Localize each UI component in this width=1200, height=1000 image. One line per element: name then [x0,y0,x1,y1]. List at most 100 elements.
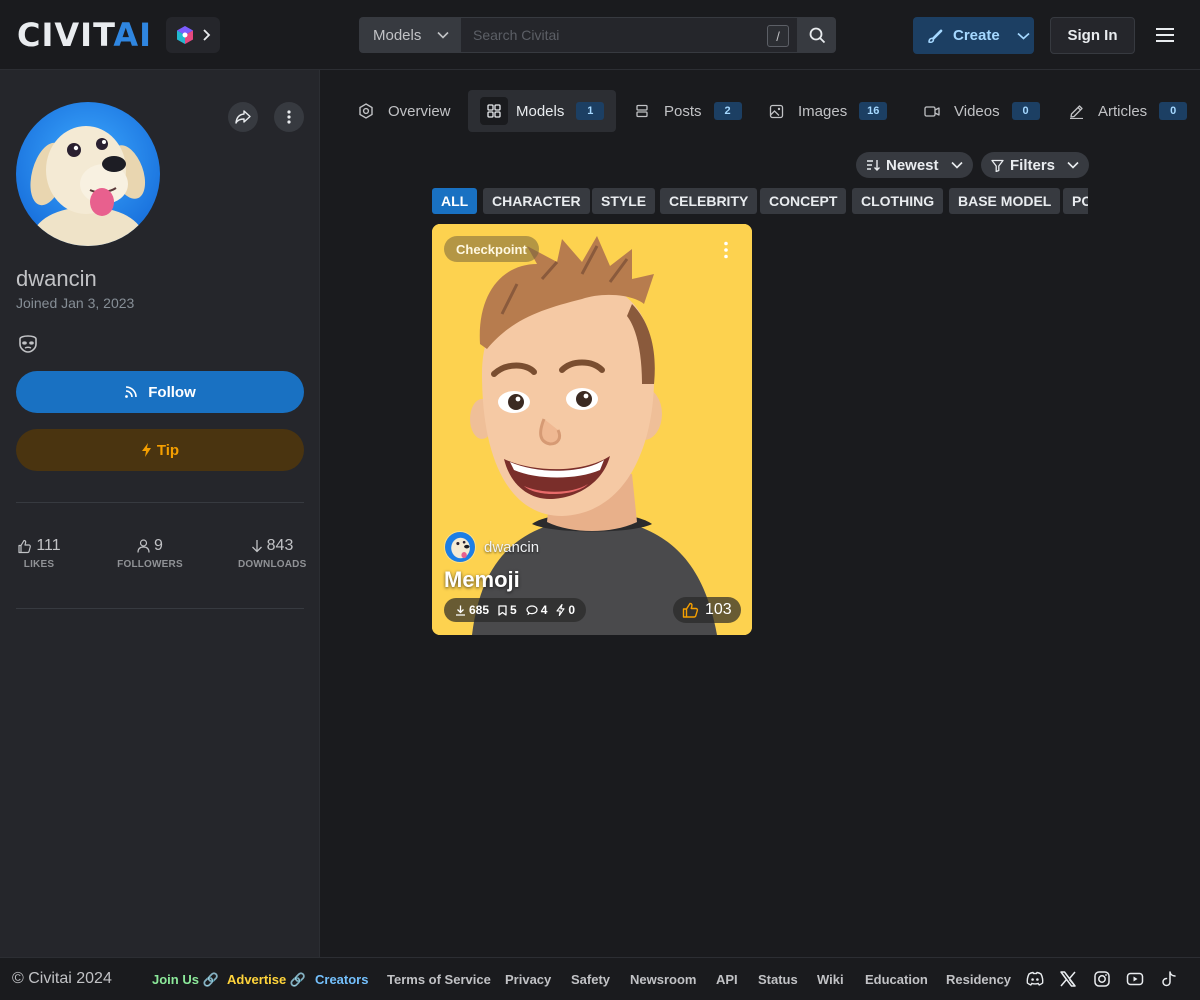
chip-concept[interactable]: CONCEPT [760,188,847,214]
profile-username: dwancin [16,266,97,291]
tip-label: Tip [156,441,180,459]
tab-videos[interactable]: Videos 0 [906,90,1052,132]
stat-downloads-label: DOWNLOADS [238,559,307,570]
chip-clothing[interactable]: CLOTHING [852,188,944,214]
card-bookmarks-value: 5 [510,603,517,617]
chip-character[interactable]: CHARACTER [483,188,590,214]
sign-in-button[interactable]: Sign In [1050,17,1135,54]
chevron-down-icon [437,31,449,39]
tab-overview[interactable]: Overview [340,90,463,132]
card-author-name: dwancin [484,538,540,556]
tab-models[interactable]: Models 1 [468,90,617,132]
chevron-down-icon [950,161,963,169]
filters-button[interactable]: Filters [981,152,1090,178]
card-stat-comments: 4 [526,603,548,617]
bolt-icon [556,604,565,616]
card-stat-bookmarks: 5 [498,603,517,617]
profile-avatar [16,102,160,246]
card-stats: 685 5 4 0 [444,598,587,622]
filter-icon [991,159,1004,172]
download-icon [456,605,465,616]
chip-all[interactable]: ALL [432,188,478,214]
tab-models-label: Models [516,102,565,120]
sidebar-divider [16,608,304,609]
footer-link-wiki[interactable]: Wiki [817,972,844,987]
footer-link-advertise[interactable]: Advertise 🔗 [227,972,306,988]
brush-icon [928,28,943,43]
mask-badge-icon[interactable] [17,332,39,354]
tab-overview-label: Overview [388,102,451,120]
video-icon [924,105,940,117]
youtube-icon[interactable] [1126,970,1144,988]
search-button[interactable] [798,17,836,53]
tab-models-count: 1 [576,102,605,120]
chip-po[interactable]: PO [1063,188,1088,214]
tiktok-icon[interactable] [1160,970,1178,988]
hamburger-menu-button[interactable] [1152,24,1178,46]
chip-celebrity[interactable]: CELEBRITY [660,188,758,214]
footer-link-safety[interactable]: Safety [571,972,610,987]
footer-link-privacy[interactable]: Privacy [505,972,551,987]
footer-link-creators[interactable]: Creators [315,972,368,987]
tab-images-count: 16 [859,102,888,120]
create-button[interactable]: Create [913,17,1034,54]
stat-followers: 9 FOLLOWERS [114,537,186,570]
pencil-icon [1069,104,1083,119]
thumb-up-icon [18,539,32,553]
search-scope-select[interactable]: Models [359,17,461,53]
search-scope-value: Models [373,26,422,44]
thumb-up-icon [682,602,699,618]
overview-icon [359,103,373,119]
footer-link-join-us[interactable]: Join Us 🔗 [152,972,219,988]
search-input[interactable] [473,27,753,43]
dog-avatar-image [445,532,475,562]
tab-posts[interactable]: Posts 2 [616,90,754,132]
card-comments-value: 4 [540,603,548,617]
tip-button[interactable]: Tip [16,429,304,471]
chip-style[interactable]: STYLE [592,188,656,214]
footer-link-newsroom[interactable]: Newsroom [630,972,696,987]
stat-followers-value: 9 [154,537,163,554]
discord-icon[interactable] [1026,970,1044,988]
footer-link-education[interactable]: Education [865,972,928,987]
footer-link-residency[interactable]: Residency [946,972,1011,987]
tab-posts-label: Posts [664,102,702,120]
share-button[interactable] [228,102,258,132]
sort-button[interactable]: Newest [856,152,973,178]
model-card[interactable]: Checkpoint dwancin Memoji 685 5 4 0 103 [432,224,752,635]
x-icon[interactable] [1059,970,1077,988]
comment-icon [526,604,538,615]
category-chips: ALL CHARACTER STYLE CELEBRITY CONCEPT CL… [432,188,1088,214]
brand-switch-button[interactable] [166,17,220,53]
footer-link-terms[interactable]: Terms of Service [387,972,491,987]
logo-text-left: CIVIT [17,16,114,54]
card-menu-button[interactable] [716,238,736,262]
card-author[interactable]: dwancin [444,531,539,563]
sort-label: Newest [886,156,939,174]
card-tips-value: 0 [568,603,576,617]
search-shortcut-key: / [767,25,789,47]
chip-base-model[interactable]: BASE MODEL [949,188,1061,214]
footer-link-status[interactable]: Status [758,972,798,987]
profile-more-button[interactable] [274,102,304,132]
civitai-logo[interactable]: CIVITAI [17,19,152,51]
share-icon [235,110,251,124]
footer-link-api[interactable]: API [716,972,738,987]
search-icon [809,27,825,43]
top-header: CIVITAI Models / Create Sign In [0,0,1200,70]
model-type-badge: Checkpoint [444,236,539,262]
tab-articles-count: 0 [1159,102,1188,120]
follow-button[interactable]: Follow [16,371,304,413]
chevron-right-icon [203,29,211,41]
cube-icon [177,26,193,44]
tab-images[interactable]: Images 16 [750,90,899,132]
card-likes[interactable]: 103 [673,597,741,623]
stat-downloads-value: 843 [266,537,294,554]
sort-icon [867,160,880,171]
model-title: Memoji [444,567,520,592]
footer: © Civitai 2024 Join Us 🔗 Advertise 🔗 Cre… [0,957,1200,1000]
create-label: Create [953,27,1000,44]
instagram-icon[interactable] [1093,970,1111,988]
search-bar: Models / [359,17,836,53]
tab-articles[interactable]: Articles 0 [1050,90,1199,132]
